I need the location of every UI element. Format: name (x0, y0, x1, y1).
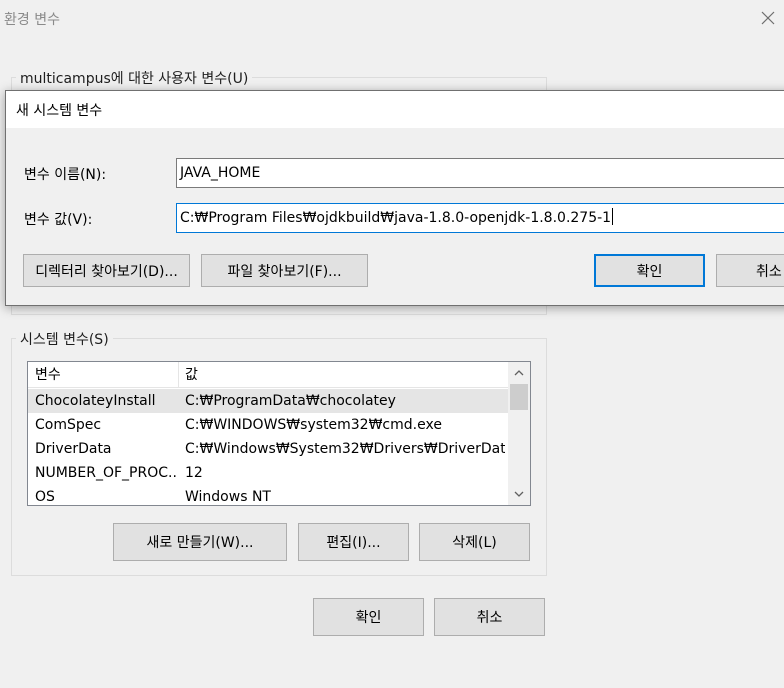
user-variables-group-label: multicampus에 대한 사용자 변수(U) (16, 68, 253, 88)
vertical-scrollbar[interactable] (508, 362, 530, 505)
ok-button[interactable]: 확인 (313, 598, 424, 636)
dialog-ok-button[interactable]: 확인 (594, 254, 705, 287)
variable-value-cell: Windows NT (185, 489, 271, 505)
variable-value-label: 변수 값(V): (24, 212, 93, 228)
table-row[interactable]: ComSpec C:₩WINDOWS₩system32₩cmd.exe (28, 413, 508, 437)
variable-value-cell: C:₩Windows₩System32₩Drivers₩DriverData (185, 441, 505, 457)
column-header-variable[interactable]: 변수 (28, 362, 178, 388)
scroll-down-icon[interactable] (508, 483, 530, 505)
edit-variable-button[interactable]: 편집(I)... (298, 523, 409, 561)
variable-name-value: JAVA_HOME (180, 165, 261, 181)
table-row[interactable]: ChocolateyInstall C:₩ProgramData₩chocola… (28, 389, 508, 413)
system-variables-group-label: 시스템 변수(S) (16, 329, 113, 349)
variable-value-cell: C:₩WINDOWS₩system32₩cmd.exe (185, 417, 442, 433)
variable-value-field[interactable]: C:₩Program Files₩ojdkbuild₩java-1.8.0-op… (176, 203, 784, 233)
variable-value-text: C:₩Program Files₩ojdkbuild₩java-1.8.0-op… (180, 210, 612, 226)
list-header: 변수 값 (28, 362, 508, 388)
dialog-title-bar: 새 시스템 변수 (6, 91, 784, 128)
environment-variables-window: 환경 변수 multicampus에 대한 사용자 변수(U) 시스템 변수(S… (0, 0, 784, 688)
variable-name-cell: DriverData (35, 441, 112, 457)
variable-name-cell: ChocolateyInstall (35, 393, 156, 409)
variable-name-cell: OS (35, 489, 55, 505)
dialog-title: 새 시스템 변수 (16, 103, 103, 119)
cancel-button[interactable]: 취소 (434, 598, 545, 636)
variable-name-cell: NUMBER_OF_PROC... (35, 465, 178, 481)
dialog-cancel-button[interactable]: 취소 (716, 254, 784, 287)
table-row[interactable]: NUMBER_OF_PROC... 12 (28, 461, 508, 485)
window-title: 환경 변수 (4, 12, 60, 28)
variable-name-label: 변수 이름(N): (24, 167, 107, 183)
new-system-variable-dialog: 새 시스템 변수 변수 이름(N): JAVA_HOME 변수 값(V): C:… (5, 90, 784, 306)
window-title-bar: 환경 변수 (0, 0, 784, 37)
variable-name-field[interactable]: JAVA_HOME (176, 158, 784, 188)
variable-value-cell: C:₩ProgramData₩chocolatey (185, 393, 396, 409)
close-icon[interactable] (756, 6, 780, 30)
variable-name-cell: ComSpec (35, 417, 102, 433)
column-header-value[interactable]: 값 (178, 362, 508, 388)
scroll-up-icon[interactable] (508, 362, 530, 384)
text-caret (612, 208, 614, 225)
table-row[interactable]: DriverData C:₩Windows₩System32₩Drivers₩D… (28, 437, 508, 461)
browse-file-button[interactable]: 파일 찾아보기(F)... (201, 254, 368, 287)
table-row[interactable]: OS Windows NT (28, 485, 508, 505)
new-variable-button[interactable]: 새로 만들기(W)... (113, 523, 287, 561)
variable-value-cell: 12 (185, 465, 203, 481)
browse-directory-button[interactable]: 디렉터리 찾아보기(D)... (23, 254, 190, 287)
system-variables-list[interactable]: 변수 값 ChocolateyInstall C:₩ProgramData₩ch… (27, 361, 531, 506)
delete-variable-button[interactable]: 삭제(L) (419, 523, 530, 561)
scroll-thumb[interactable] (510, 384, 528, 410)
